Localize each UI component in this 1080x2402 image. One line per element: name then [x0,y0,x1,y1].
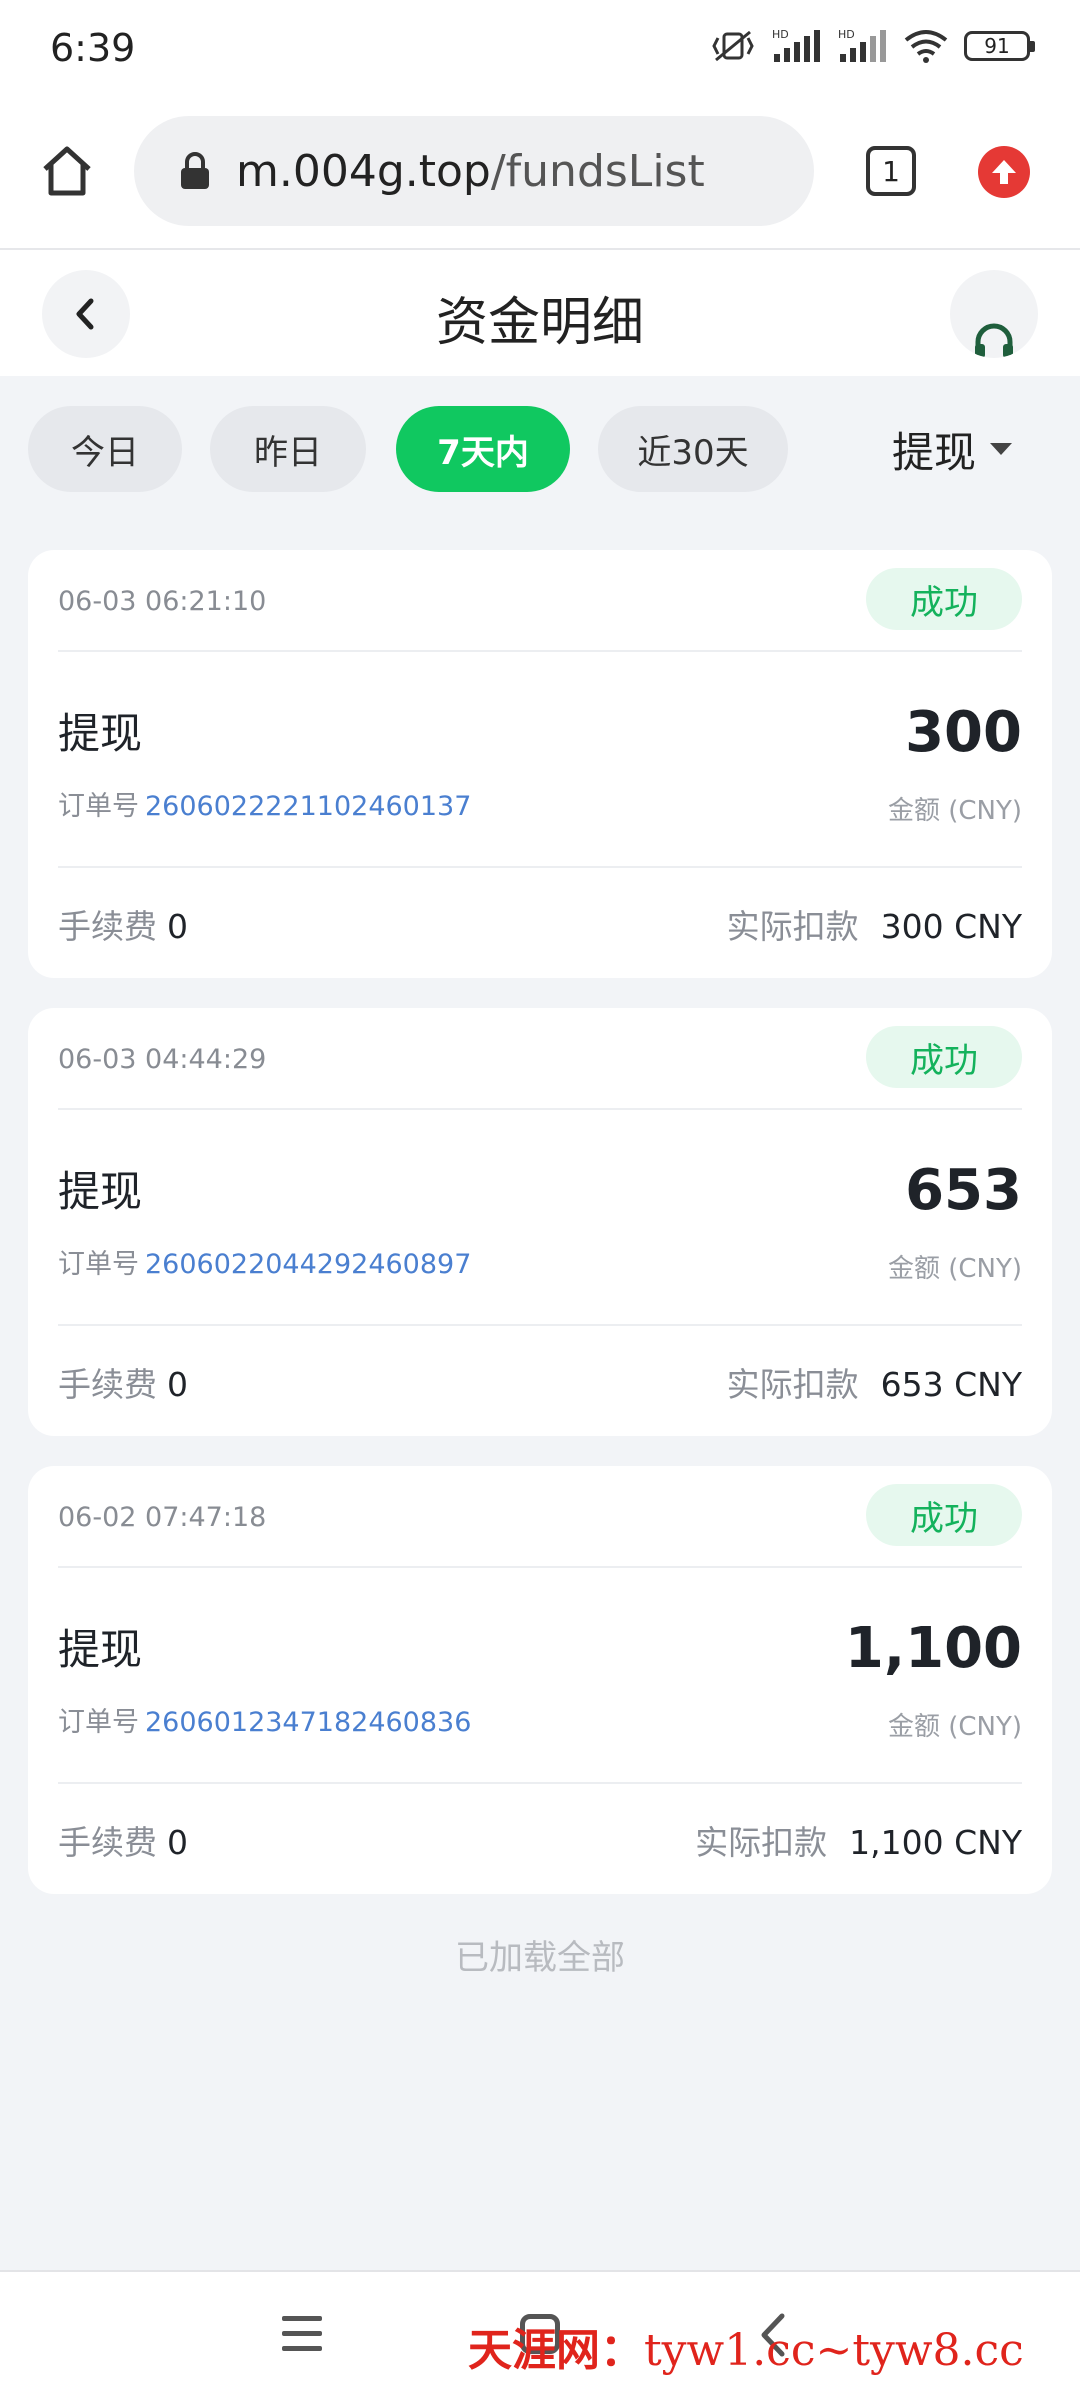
status-badge: 成功 [866,568,1022,630]
customer-service-button[interactable] [950,270,1038,358]
wifi-icon [904,30,948,63]
menu-line [282,2346,322,2351]
page-header: 资金明细 [0,250,1080,376]
fee-line: 手续费 0 [58,1358,188,1406]
amount-label: 金额 (CNY) [887,796,1022,826]
record-card: 06-03 06:21:10 成功 提现 订单号 2606022221102460… [28,550,1052,978]
record-time: 06-03 06:21:10 [58,586,267,617]
list-end-text: 已加载全部 [455,1938,625,1978]
status-bar: 6:39 HD HD 91 [0,0,1080,100]
divider [58,866,1022,868]
fee-line: 手续费 0 [58,1816,188,1864]
record-type: 提现 [58,1625,143,1674]
record-type: 提现 [58,709,143,758]
actual-value: 653 CNY [880,1365,1022,1404]
fee-label: 手续费 [58,907,157,946]
record-amount: 300 [905,700,1022,765]
status-badge: 成功 [866,1026,1022,1088]
tab-count: 1 [882,154,900,188]
fee-value: 0 [167,1823,188,1862]
browser-toolbar: m.004g.top/fundsList 1 [0,100,1080,250]
fee-label: 手续费 [58,1823,157,1862]
amount-label: 金额 (CNY) [887,1254,1022,1284]
watermark-domains: tyw1.cc~tyw8.cc [644,2325,1024,2376]
divider [58,1782,1022,1784]
caret-down-icon [990,443,1013,455]
record-type: 提现 [58,1167,143,1216]
actual-value: 300 CNY [880,907,1022,946]
svg-text:HD: HD [772,28,789,41]
actual-line: 实际扣款 1,100 CNY [695,1816,1022,1864]
order-number[interactable]: 2606012347182460836 [145,1707,471,1738]
order-label: 订单号 [58,1249,139,1280]
menu-line [282,2316,322,2321]
type-dropdown-label: 提现 [892,427,977,477]
order-number[interactable]: 2606022044292460897 [145,1249,471,1280]
amount-label: 金额 (CNY) [887,1712,1022,1742]
order-line: 订单号 2606012347182460836 [58,1700,471,1739]
fee-label: 手续费 [58,1365,157,1404]
filter-30-days[interactable]: 近30天 [598,406,788,492]
actual-value: 1,100 CNY [849,1823,1022,1862]
signal-1-icon: HD [772,28,820,62]
actual-label: 实际扣款 [726,1365,859,1404]
fee-value: 0 [167,907,188,946]
order-line: 订单号 2606022044292460897 [58,1242,471,1281]
actual-line: 实际扣款 653 CNY [727,1358,1022,1406]
fee-value: 0 [167,1365,188,1404]
divider [58,1324,1022,1326]
vibrate-off-icon [712,30,754,62]
status-icons: HD HD 91 [710,28,1035,64]
record-card: 06-03 04:44:29 成功 提现 订单号 2606022044292460… [28,1008,1052,1436]
record-amount: 653 [905,1158,1022,1223]
watermark: 天涯网：tyw1.cc~tyw8.cc [468,2314,1024,2378]
system-nav-bar: 天涯网：tyw1.cc~tyw8.cc [0,2270,1080,2402]
menu-line [282,2331,322,2336]
update-button[interactable] [978,146,1030,198]
home-icon [43,146,91,196]
signal-2-icon: HD [838,28,886,62]
actual-line: 实际扣款 300 CNY [727,900,1022,948]
svg-text:HD: HD [838,28,855,41]
lock-icon [181,152,209,189]
record-amount: 1,100 [844,1616,1022,1681]
battery-level: 91 [984,34,1010,58]
record-card: 06-02 07:47:18 成功 提现 订单号 2606012347182460… [28,1466,1052,1894]
nav-recents-button[interactable] [282,2316,322,2356]
divider [58,650,1022,652]
order-line: 订单号 2606022221102460137 [58,784,471,823]
url-text: m.004g.top/fundsList [236,146,705,197]
record-time: 06-02 07:47:18 [58,1502,267,1533]
url-path: /fundsList [490,145,705,197]
divider [58,1108,1022,1110]
page-title: 资金明细 [435,293,644,353]
order-label: 订单号 [58,791,139,822]
address-bar[interactable]: m.004g.top/fundsList [134,116,814,226]
type-dropdown[interactable]: 提现 [892,406,1013,492]
tab-switcher-button[interactable]: 1 [866,146,916,196]
actual-label: 实际扣款 [726,907,859,946]
filter-7-days[interactable]: 7天内 [396,406,570,492]
actual-label: 实际扣款 [695,1823,828,1862]
order-label: 订单号 [58,1707,139,1738]
filter-today[interactable]: 今日 [28,406,182,492]
watermark-cn: 天涯网： [468,2325,644,2376]
browser-home-button[interactable] [30,134,104,208]
order-number[interactable]: 2606022221102460137 [145,791,471,822]
status-time: 6:39 [50,26,136,70]
arrow-up-icon [992,160,1016,184]
record-time: 06-03 04:44:29 [58,1044,267,1075]
url-host: m.004g.top [236,145,491,197]
battery-icon: 91 [964,31,1035,61]
filter-yesterday[interactable]: 昨日 [210,406,366,492]
status-badge: 成功 [866,1484,1022,1546]
date-filter-bar: 今日 昨日 7天内 近30天 提现 [28,406,1052,492]
headset-icon [975,323,1013,358]
divider [58,1566,1022,1568]
fee-line: 手续费 0 [58,900,188,948]
